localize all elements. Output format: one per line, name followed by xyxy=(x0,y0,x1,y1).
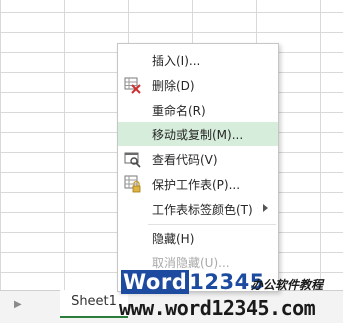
protect-sheet-icon xyxy=(124,175,142,193)
menu-item-label: 重命名(R) xyxy=(152,104,206,118)
menu-item-tab-color[interactable]: 工作表标签颜色(T) xyxy=(118,197,278,221)
menu-item-insert[interactable]: 插入(I)... xyxy=(118,48,278,72)
watermark-logo-word: Word xyxy=(121,270,190,294)
menu-item-hide[interactable]: 隐藏(H) xyxy=(118,226,278,250)
menu-item-label: 隐藏(H) xyxy=(152,232,195,246)
menu-item-label: 查看代码(V) xyxy=(152,153,218,167)
menu-item-move-or-copy[interactable]: 移动或复制(M)... xyxy=(118,122,278,146)
menu-item-label: 插入(I)... xyxy=(152,54,201,68)
menu-item-rename[interactable]: 重命名(R) xyxy=(118,98,278,122)
menu-item-view-code[interactable]: 查看代码(V) xyxy=(118,147,278,171)
watermark-logo: Word12345 xyxy=(121,270,265,294)
watermark-url: www.word12345.com xyxy=(119,296,316,320)
submenu-arrow-icon xyxy=(263,204,268,212)
menu-item-delete[interactable]: 删除(D) xyxy=(118,73,278,97)
menu-item-label: 删除(D) xyxy=(152,79,195,93)
delete-sheet-icon xyxy=(124,76,142,94)
watermark-tagline: 办公软件教程 xyxy=(251,278,324,292)
menu-item-label: 工作表标签颜色(T) xyxy=(152,203,253,217)
menu-separator xyxy=(148,224,276,225)
sheet-context-menu: 插入(I)... 删除(D) 重命名(R) 移动或复制(M)... 查看代码(V… xyxy=(117,43,279,292)
menu-item-label: 移动或复制(M)... xyxy=(152,128,244,142)
menu-item-label: 保护工作表(P)... xyxy=(152,178,241,192)
watermark: Word12345 办公软件教程 www.word12345.com xyxy=(115,268,343,322)
view-code-icon xyxy=(124,150,142,168)
scroll-right-arrow-icon[interactable]: ▶ xyxy=(14,299,22,310)
menu-item-protect-sheet[interactable]: 保护工作表(P)... xyxy=(118,172,278,196)
